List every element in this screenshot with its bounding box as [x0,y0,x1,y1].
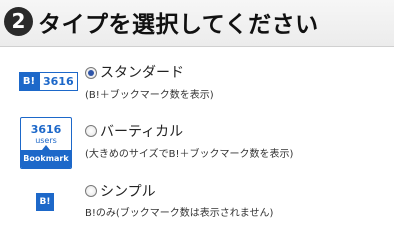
option-label-standard[interactable]: スタンダード [100,62,184,82]
step-number-badge: 2 [4,7,33,36]
option-description-simple: B!のみ(ブックマーク数は表示されません) [85,208,274,219]
standard-badge-preview: B! 3616 [19,72,78,91]
radio-simple[interactable] [85,185,97,197]
section-header: 2 タイプを選択してください [0,0,394,47]
hatena-bookmark-icon: B! [19,72,39,91]
hatena-bookmark-icon: B! [36,193,54,211]
option-label-simple[interactable]: シンプル [100,181,156,201]
option-description-standard: (B!＋ブックマーク数を表示) [85,90,214,101]
radio-standard[interactable] [85,67,97,79]
bookmark-count: 3616 [39,72,78,91]
vertical-badge-preview: 3616 users Bookmark [20,117,72,169]
section-title: タイプを選択してください [38,12,319,38]
bookmark-count: 3616 [30,123,62,136]
bookmark-footer-label: Bookmark [21,145,71,168]
option-description-vertical: (大きめのサイズでB!＋ブックマーク数を表示) [85,149,294,160]
option-label-vertical[interactable]: バーティカル [100,121,183,141]
radio-vertical[interactable] [85,125,97,137]
